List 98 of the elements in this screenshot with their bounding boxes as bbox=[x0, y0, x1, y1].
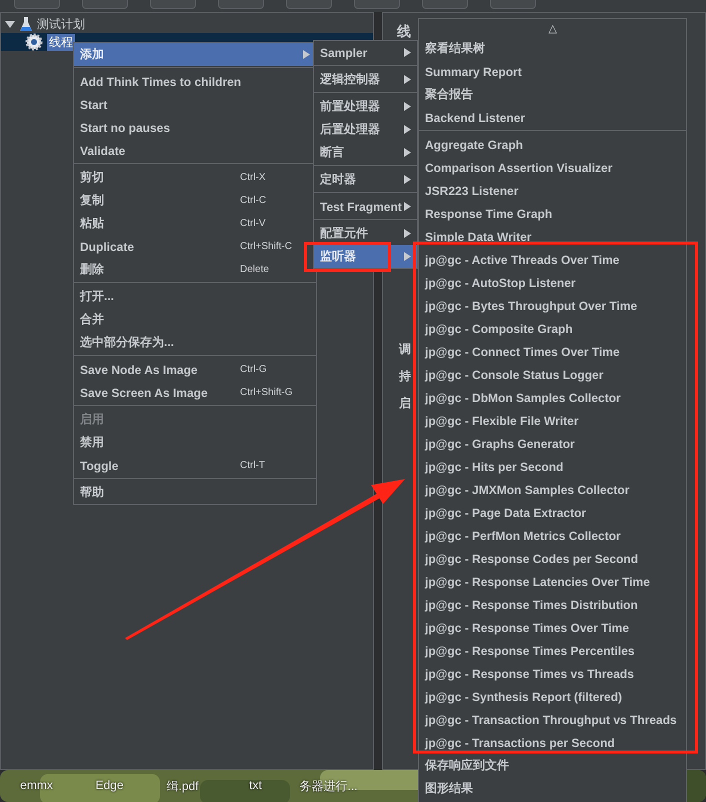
menu-item[interactable]: 删除 Delete bbox=[74, 258, 316, 281]
menu-item[interactable]: JSR223 Listener bbox=[419, 179, 686, 202]
menu-item[interactable]: jp@gc - Response Times vs Threads bbox=[419, 662, 686, 685]
menu-item[interactable]: 察看结果树 bbox=[419, 37, 686, 60]
menu-item[interactable]: Sampler bbox=[314, 41, 417, 64]
menu-item[interactable]: 添加 bbox=[74, 43, 316, 66]
menu-item[interactable]: Start bbox=[74, 93, 316, 116]
toolbar-button[interactable] bbox=[14, 0, 60, 9]
submenu-arrow-icon bbox=[404, 202, 411, 211]
shortcut-label: Ctrl+Shift-C bbox=[240, 241, 292, 252]
menu-item[interactable]: 复制 Ctrl-C bbox=[74, 189, 316, 212]
field-label: 启 bbox=[399, 395, 411, 412]
menu-item[interactable]: jp@gc - Response Latencies Over Time bbox=[419, 570, 686, 593]
toolbar-button[interactable] bbox=[422, 0, 468, 9]
menu-item[interactable]: jp@gc - Response Times Over Time bbox=[419, 616, 686, 639]
menu-item[interactable]: jp@gc - Active Threads Over Time bbox=[419, 248, 686, 271]
menu-item[interactable]: 图形结果 bbox=[419, 777, 686, 800]
menu-item[interactable]: Validate bbox=[74, 139, 316, 162]
submenu-arrow-icon bbox=[404, 125, 411, 134]
tree-item-label[interactable]: 线程 bbox=[47, 34, 75, 50]
menu-item[interactable]: 监听器 bbox=[314, 245, 417, 268]
menu-item[interactable]: 合并 bbox=[74, 308, 316, 331]
toolbar-button[interactable] bbox=[354, 0, 400, 9]
menu-item[interactable]: 前置处理器 bbox=[314, 95, 417, 118]
menu-item[interactable]: jp@gc - Console Status Logger bbox=[419, 363, 686, 386]
menu-item[interactable]: jp@gc - Hits per Second bbox=[419, 455, 686, 478]
menu-item[interactable]: jp@gc - Composite Graph bbox=[419, 317, 686, 340]
submenu-arrow-icon bbox=[404, 48, 411, 57]
toolbar-button[interactable] bbox=[490, 0, 536, 9]
expand-toggle-icon[interactable] bbox=[5, 19, 15, 29]
toolbar-button[interactable] bbox=[82, 0, 128, 9]
panel-title: 线 bbox=[396, 22, 411, 41]
shortcut-label: Ctrl-G bbox=[240, 364, 267, 375]
submenu-arrow-icon bbox=[404, 229, 411, 238]
menu-item[interactable]: jp@gc - Page Data Extractor bbox=[419, 501, 686, 524]
toolbar-button[interactable] bbox=[286, 0, 332, 9]
menu-item[interactable]: Duplicate Ctrl+Shift-C bbox=[74, 235, 316, 258]
menu-item[interactable]: Backend Listener bbox=[419, 106, 686, 129]
menu-item[interactable]: jp@gc - Response Codes per Second bbox=[419, 547, 686, 570]
menu-item[interactable]: jp@gc - AutoStop Listener bbox=[419, 271, 686, 294]
field-label: 持 bbox=[399, 368, 411, 385]
shortcut-label: Ctrl-V bbox=[240, 218, 266, 229]
submenu-arrow-icon bbox=[404, 102, 411, 111]
menu-item[interactable]: jp@gc - DbMon Samples Collector bbox=[419, 386, 686, 409]
gear-icon bbox=[25, 33, 43, 51]
menu-item[interactable]: Start no pauses bbox=[74, 116, 316, 139]
menu-item[interactable]: 禁用 bbox=[74, 431, 316, 454]
field-label: 调 bbox=[399, 341, 411, 358]
menu-item[interactable]: Save Node As Image Ctrl-G bbox=[74, 358, 316, 381]
menu-item[interactable]: jp@gc - Transaction Throughput vs Threads bbox=[419, 708, 686, 731]
menu-item[interactable]: 逻辑控制器 bbox=[314, 68, 417, 91]
menu-item[interactable]: jp@gc - Flexible File Writer bbox=[419, 409, 686, 432]
menu-item[interactable]: 断言 bbox=[314, 141, 417, 164]
menu-item[interactable]: 保存响应到文件 bbox=[419, 754, 686, 777]
menu-item[interactable]: 剪切 Ctrl-X bbox=[74, 166, 316, 189]
flask-icon bbox=[19, 16, 33, 32]
menu-item[interactable]: Aggregate Graph bbox=[419, 133, 686, 156]
menu-item[interactable]: Add Think Times to children bbox=[74, 70, 316, 93]
tree-item-label[interactable]: 测试计划 bbox=[37, 16, 85, 32]
menu-item[interactable]: Comparison Assertion Visualizer bbox=[419, 156, 686, 179]
submenu-arrow-icon bbox=[404, 75, 411, 84]
shortcut-label: Ctrl+Shift-G bbox=[240, 387, 293, 398]
menu-item[interactable]: Toggle Ctrl-T bbox=[74, 454, 316, 477]
shortcut-label: Ctrl-X bbox=[240, 172, 266, 183]
menu-item[interactable]: 聚合报告 bbox=[419, 83, 686, 106]
menu-item[interactable]: Simple Data Writer bbox=[419, 225, 686, 248]
shortcut-label: Delete bbox=[240, 264, 269, 275]
menu-item[interactable]: 打开... bbox=[74, 285, 316, 308]
scroll-up-arrow[interactable]: △ bbox=[419, 19, 686, 37]
toolbar-button[interactable] bbox=[150, 0, 196, 9]
desktop-icon-label[interactable]: emmx bbox=[0, 778, 73, 802]
menu-item[interactable]: jp@gc - Connect Times Over Time bbox=[419, 340, 686, 363]
menu-item[interactable]: Test Fragment bbox=[314, 195, 417, 218]
submenu-arrow-icon bbox=[404, 148, 411, 157]
menu-item[interactable]: 粘贴 Ctrl-V bbox=[74, 212, 316, 235]
menu-item[interactable]: jp@gc - Graphs Generator bbox=[419, 432, 686, 455]
menu-item[interactable]: jp@gc - PerfMon Metrics Collector bbox=[419, 524, 686, 547]
submenu-arrow-icon bbox=[404, 252, 411, 261]
menu-item[interactable]: jp@gc - JMXMon Samples Collector bbox=[419, 478, 686, 501]
submenu-arrow-icon bbox=[404, 175, 411, 184]
submenu-arrow-icon bbox=[303, 50, 310, 59]
menu-item[interactable]: jp@gc - Bytes Throughput Over Time bbox=[419, 294, 686, 317]
menu-item[interactable]: 定时器 bbox=[314, 168, 417, 191]
menu-item[interactable]: Save Screen As Image Ctrl+Shift-G bbox=[74, 381, 316, 404]
menu-item[interactable]: jp@gc - Response Times Percentiles bbox=[419, 639, 686, 662]
shortcut-label: Ctrl-C bbox=[240, 195, 266, 206]
menu-item[interactable]: Summary Report bbox=[419, 60, 686, 83]
toolbar-button[interactable] bbox=[218, 0, 264, 9]
menu-item[interactable]: jp@gc - Synthesis Report (filtered) bbox=[419, 685, 686, 708]
menu-item[interactable]: 帮助 bbox=[74, 481, 316, 504]
menu-item[interactable]: 后置处理器 bbox=[314, 118, 417, 141]
menu-item[interactable]: 配置元件 bbox=[314, 222, 417, 245]
menu-item[interactable]: jp@gc - Response Times Distribution bbox=[419, 593, 686, 616]
menu-item[interactable]: Response Time Graph bbox=[419, 202, 686, 225]
shortcut-label: Ctrl-T bbox=[240, 460, 265, 471]
menu-item[interactable]: jp@gc - Transactions per Second bbox=[419, 731, 686, 754]
menu-item[interactable]: 选中部分保存为... bbox=[74, 331, 316, 354]
desktop-icon-label[interactable]: 缉.pdf bbox=[146, 778, 219, 802]
